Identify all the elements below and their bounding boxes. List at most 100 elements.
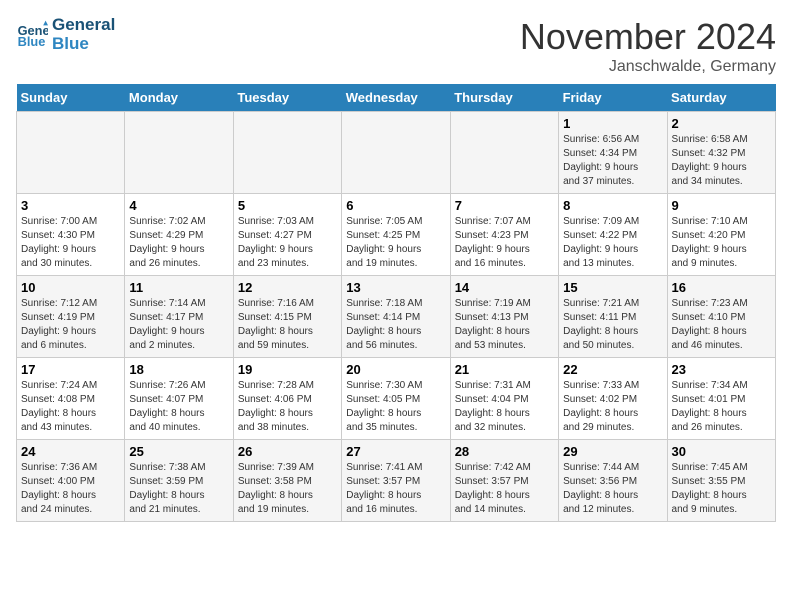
calendar-cell: 15Sunrise: 7:21 AM Sunset: 4:11 PM Dayli… — [559, 276, 667, 358]
day-number: 26 — [238, 444, 337, 459]
day-info: Sunrise: 7:39 AM Sunset: 3:58 PM Dayligh… — [238, 461, 337, 517]
calendar-cell: 17 Sunrise: 7:24 AM Sunset: 4:08 PM Dayli… — [17, 358, 125, 440]
day-number: 4 — [129, 198, 228, 213]
day-number: 25 — [129, 444, 228, 459]
calendar-cell: 3 Sunrise: 7:00 AM Sunset: 4:30 PM Daylig… — [17, 194, 125, 276]
day-info: Sunrise: 7:18 AM Sunset: 4:14 PM Dayligh… — [346, 297, 445, 353]
day-header-tuesday: Tuesday — [233, 84, 341, 112]
day-number: 12 — [238, 280, 337, 295]
calendar-cell — [233, 112, 341, 194]
calendar-cell: 23 Sunrise: 7:34 AM Sunset: 4:01 PM Dayli… — [667, 358, 775, 440]
day-number: 3 — [21, 198, 120, 213]
day-info: Sunrise: 7:24 AM Sunset: 4:08 PM Dayligh… — [21, 379, 120, 435]
day-header-saturday: Saturday — [667, 84, 775, 112]
calendar-cell: 28Sunrise: 7:42 AM Sunset: 3:57 PM Dayli… — [450, 440, 558, 522]
calendar-cell: 9Sunrise: 7:10 AM Sunset: 4:20 PM Daylig… — [667, 194, 775, 276]
day-info: Sunrise: 7:33 AM Sunset: 4:02 PM Dayligh… — [563, 379, 662, 435]
day-info: Sunrise: 7:42 AM Sunset: 3:57 PM Dayligh… — [455, 461, 554, 517]
day-info: Sunrise: 7:38 AM Sunset: 3:59 PM Dayligh… — [129, 461, 228, 517]
day-header-wednesday: Wednesday — [342, 84, 450, 112]
calendar-cell: 27 Sunrise: 7:41 AM Sunset: 3:57 PM Dayli… — [342, 440, 450, 522]
calendar-cell: 29 Sunrise: 7:44 AM Sunset: 3:56 PM Dayli… — [559, 440, 667, 522]
day-number: 16 — [672, 280, 771, 295]
day-number: 27 — [346, 444, 445, 459]
day-number: 1 — [563, 116, 662, 131]
day-number: 23 — [672, 362, 771, 377]
calendar-cell — [17, 112, 125, 194]
day-info: Sunrise: 7:23 AM Sunset: 4:10 PM Dayligh… — [672, 297, 771, 353]
day-number: 13 — [346, 280, 445, 295]
calendar-cell: 19 Sunrise: 7:28 AM Sunset: 4:06 PM Dayli… — [233, 358, 341, 440]
calendar-cell — [125, 112, 233, 194]
day-info: Sunrise: 7:44 AM Sunset: 3:56 PM Dayligh… — [563, 461, 662, 517]
calendar-cell — [342, 112, 450, 194]
day-number: 17 — [21, 362, 120, 377]
calendar-cell: 2 Sunrise: 6:58 AM Sunset: 4:32 PM Daylig… — [667, 112, 775, 194]
calendar-cell: 10Sunrise: 7:12 AM Sunset: 4:19 PM Dayli… — [17, 276, 125, 358]
header: General Blue General Blue November 2024 … — [16, 16, 776, 76]
day-number: 29 — [563, 444, 662, 459]
day-info: Sunrise: 7:05 AM Sunset: 4:25 PM Dayligh… — [346, 215, 445, 271]
day-info: Sunrise: 7:36 AM Sunset: 4:00 PM Dayligh… — [21, 461, 120, 517]
day-header-sunday: Sunday — [17, 84, 125, 112]
day-number: 18 — [129, 362, 228, 377]
day-header-monday: Monday — [125, 84, 233, 112]
day-header-friday: Friday — [559, 84, 667, 112]
calendar-cell: 24 Sunrise: 7:36 AM Sunset: 4:00 PM Dayli… — [17, 440, 125, 522]
calendar-table: SundayMondayTuesdayWednesdayThursdayFrid… — [16, 84, 776, 522]
day-info: Sunrise: 7:12 AM Sunset: 4:19 PM Dayligh… — [21, 297, 120, 353]
day-number: 2 — [672, 116, 771, 131]
logo-blue: Blue — [52, 35, 115, 54]
calendar-cell: 12 Sunrise: 7:16 AM Sunset: 4:15 PM Dayli… — [233, 276, 341, 358]
day-number: 11 — [129, 280, 228, 295]
calendar-cell: 26 Sunrise: 7:39 AM Sunset: 3:58 PM Dayli… — [233, 440, 341, 522]
day-number: 8 — [563, 198, 662, 213]
logo: General Blue General Blue — [16, 16, 115, 53]
day-info: Sunrise: 7:07 AM Sunset: 4:23 PM Dayligh… — [455, 215, 554, 271]
day-number: 24 — [21, 444, 120, 459]
subtitle: Janschwalde, Germany — [520, 58, 776, 76]
day-info: Sunrise: 7:16 AM Sunset: 4:15 PM Dayligh… — [238, 297, 337, 353]
day-info: Sunrise: 7:41 AM Sunset: 3:57 PM Dayligh… — [346, 461, 445, 517]
day-number: 15 — [563, 280, 662, 295]
calendar-cell: 30Sunrise: 7:45 AM Sunset: 3:55 PM Dayli… — [667, 440, 775, 522]
calendar-cell — [450, 112, 558, 194]
logo-general: General — [52, 16, 115, 35]
day-info: Sunrise: 7:00 AM Sunset: 4:30 PM Dayligh… — [21, 215, 120, 271]
calendar-cell: 25 Sunrise: 7:38 AM Sunset: 3:59 PM Dayli… — [125, 440, 233, 522]
calendar-cell: 6Sunrise: 7:05 AM Sunset: 4:25 PM Daylig… — [342, 194, 450, 276]
title-area: November 2024 Janschwalde, Germany — [520, 16, 776, 76]
day-info: Sunrise: 7:09 AM Sunset: 4:22 PM Dayligh… — [563, 215, 662, 271]
calendar-cell: 22Sunrise: 7:33 AM Sunset: 4:02 PM Dayli… — [559, 358, 667, 440]
calendar-cell: 4 Sunrise: 7:02 AM Sunset: 4:29 PM Daylig… — [125, 194, 233, 276]
day-info: Sunrise: 6:58 AM Sunset: 4:32 PM Dayligh… — [672, 133, 771, 189]
month-title: November 2024 — [520, 16, 776, 58]
day-number: 5 — [238, 198, 337, 213]
calendar-header: SundayMondayTuesdayWednesdayThursdayFrid… — [17, 84, 776, 112]
svg-text:Blue: Blue — [18, 34, 46, 49]
calendar-cell: 1 Sunrise: 6:56 AM Sunset: 4:34 PM Daylig… — [559, 112, 667, 194]
calendar-cell: 8 Sunrise: 7:09 AM Sunset: 4:22 PM Daylig… — [559, 194, 667, 276]
day-number: 20 — [346, 362, 445, 377]
day-info: Sunrise: 7:45 AM Sunset: 3:55 PM Dayligh… — [672, 461, 771, 517]
day-info: Sunrise: 7:31 AM Sunset: 4:04 PM Dayligh… — [455, 379, 554, 435]
calendar-cell: 20 Sunrise: 7:30 AM Sunset: 4:05 PM Dayli… — [342, 358, 450, 440]
day-info: Sunrise: 7:34 AM Sunset: 4:01 PM Dayligh… — [672, 379, 771, 435]
day-info: Sunrise: 6:56 AM Sunset: 4:34 PM Dayligh… — [563, 133, 662, 189]
day-number: 21 — [455, 362, 554, 377]
day-info: Sunrise: 7:28 AM Sunset: 4:06 PM Dayligh… — [238, 379, 337, 435]
day-info: Sunrise: 7:30 AM Sunset: 4:05 PM Dayligh… — [346, 379, 445, 435]
day-number: 19 — [238, 362, 337, 377]
day-info: Sunrise: 7:14 AM Sunset: 4:17 PM Dayligh… — [129, 297, 228, 353]
calendar-cell: 5Sunrise: 7:03 AM Sunset: 4:27 PM Daylig… — [233, 194, 341, 276]
calendar-cell: 13 Sunrise: 7:18 AM Sunset: 4:14 PM Dayli… — [342, 276, 450, 358]
calendar-cell: 14 Sunrise: 7:19 AM Sunset: 4:13 PM Dayli… — [450, 276, 558, 358]
day-number: 7 — [455, 198, 554, 213]
day-info: Sunrise: 7:02 AM Sunset: 4:29 PM Dayligh… — [129, 215, 228, 271]
day-info: Sunrise: 7:26 AM Sunset: 4:07 PM Dayligh… — [129, 379, 228, 435]
calendar-cell: 18 Sunrise: 7:26 AM Sunset: 4:07 PM Dayli… — [125, 358, 233, 440]
day-number: 14 — [455, 280, 554, 295]
day-info: Sunrise: 7:19 AM Sunset: 4:13 PM Dayligh… — [455, 297, 554, 353]
logo-icon: General Blue — [16, 19, 48, 51]
calendar-cell: 7 Sunrise: 7:07 AM Sunset: 4:23 PM Daylig… — [450, 194, 558, 276]
